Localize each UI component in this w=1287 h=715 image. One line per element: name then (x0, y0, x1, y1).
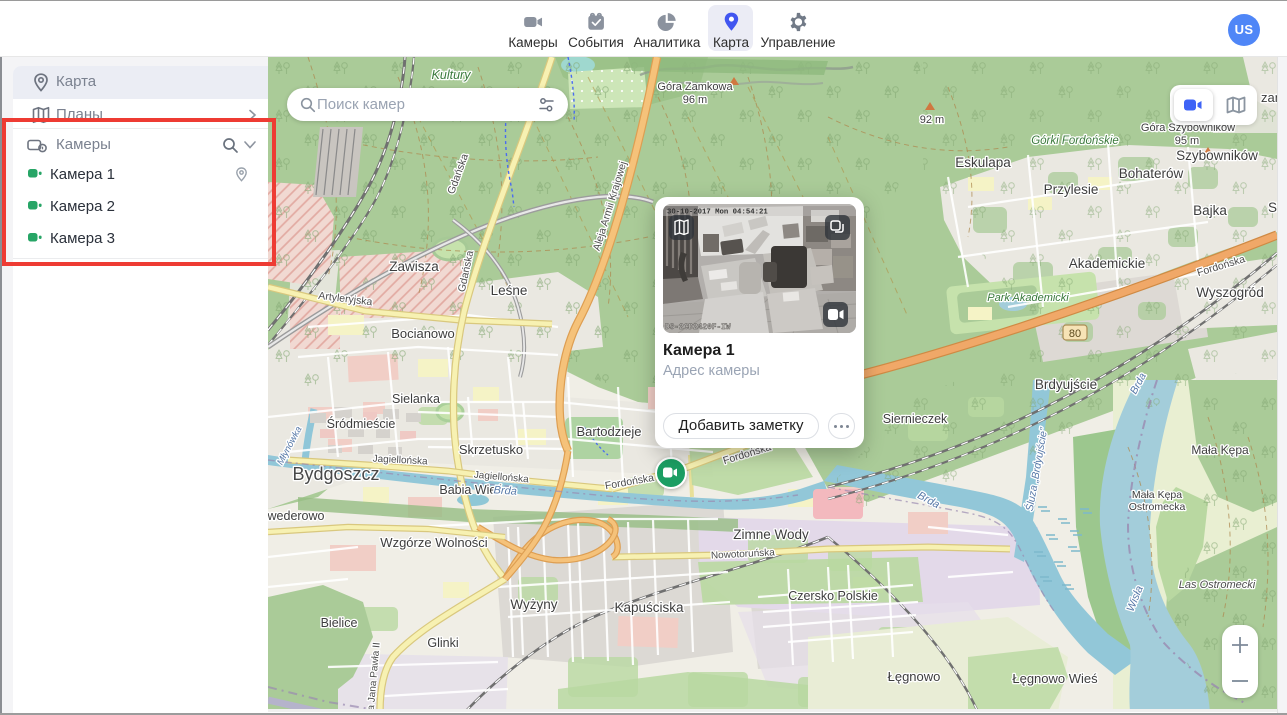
svg-text:Skrzetusko: Skrzetusko (459, 442, 523, 457)
svg-text:Siernieczek: Siernieczek (883, 412, 948, 426)
svg-text:DS-2CD2420F-IW: DS-2CD2420F-IW (665, 324, 731, 332)
svg-text:wederowo: wederowo (268, 509, 325, 523)
svg-text:Bajka: Bajka (1193, 203, 1227, 218)
svg-text:Wyżyny: Wyżyny (510, 597, 557, 612)
svg-text:Górki Fordońskie: Górki Fordońskie (1031, 135, 1119, 147)
svg-text:Góra Zamkowa: Góra Zamkowa (657, 81, 733, 93)
svg-text:Wyszogród: Wyszogród (1196, 285, 1263, 300)
svg-text:Czersko Polskie: Czersko Polskie (788, 589, 878, 603)
svg-text:Przylesie: Przylesie (1044, 182, 1099, 197)
svg-text:Bydgoszcz: Bydgoszcz (292, 464, 379, 484)
svg-text:Ostromecka: Ostromecka (1129, 501, 1186, 513)
svg-text:Zawisza: Zawisza (389, 259, 439, 274)
svg-text:Mała Kępa: Mała Kępa (1132, 489, 1182, 501)
svg-text:Bartodzieje: Bartodzieje (576, 424, 641, 439)
svg-text:Mała Kępa: Mała Kępa (1191, 443, 1249, 457)
svg-text:Bohaterów: Bohaterów (1119, 166, 1184, 181)
svg-text:Bielice: Bielice (321, 616, 358, 630)
svg-text:80: 80 (1069, 328, 1081, 340)
svg-text:Akademickie: Akademickie (1069, 256, 1146, 271)
svg-text:Brda: Brda (493, 484, 517, 498)
svg-text:Sielanka: Sielanka (392, 392, 440, 406)
svg-text:Szybowników: Szybowników (1176, 148, 1258, 163)
svg-text:95 m: 95 m (1175, 135, 1199, 147)
svg-text:Śródmieście: Śródmieście (327, 416, 396, 431)
svg-text:Kapuściska: Kapuściska (614, 600, 684, 615)
svg-text:Bocianowo: Bocianowo (391, 326, 455, 341)
svg-text:Siels: Siels (1268, 200, 1277, 215)
svg-text:Brdyujście: Brdyujście (1035, 377, 1097, 392)
svg-text:zań: zań (1261, 90, 1277, 105)
svg-text:Wzgórze Wolności: Wzgórze Wolności (380, 535, 488, 550)
svg-text:Zimne Wody: Zimne Wody (733, 527, 809, 542)
svg-text:Eskulapa: Eskulapa (955, 155, 1011, 170)
svg-text:92 m: 92 m (920, 114, 944, 126)
svg-text:Las Ostromecki: Las Ostromecki (1179, 579, 1256, 591)
svg-text:Park Akademicki: Park Akademicki (987, 292, 1069, 304)
svg-text:Łęgnowo Wieś: Łęgnowo Wieś (1012, 671, 1098, 686)
svg-text:Glinki: Glinki (427, 636, 458, 650)
svg-text:Łęgnowo: Łęgnowo (888, 669, 941, 684)
svg-text:96 m: 96 m (683, 94, 707, 106)
svg-text:Leśne: Leśne (491, 283, 528, 298)
svg-text:Kultury: Kultury (432, 68, 472, 82)
